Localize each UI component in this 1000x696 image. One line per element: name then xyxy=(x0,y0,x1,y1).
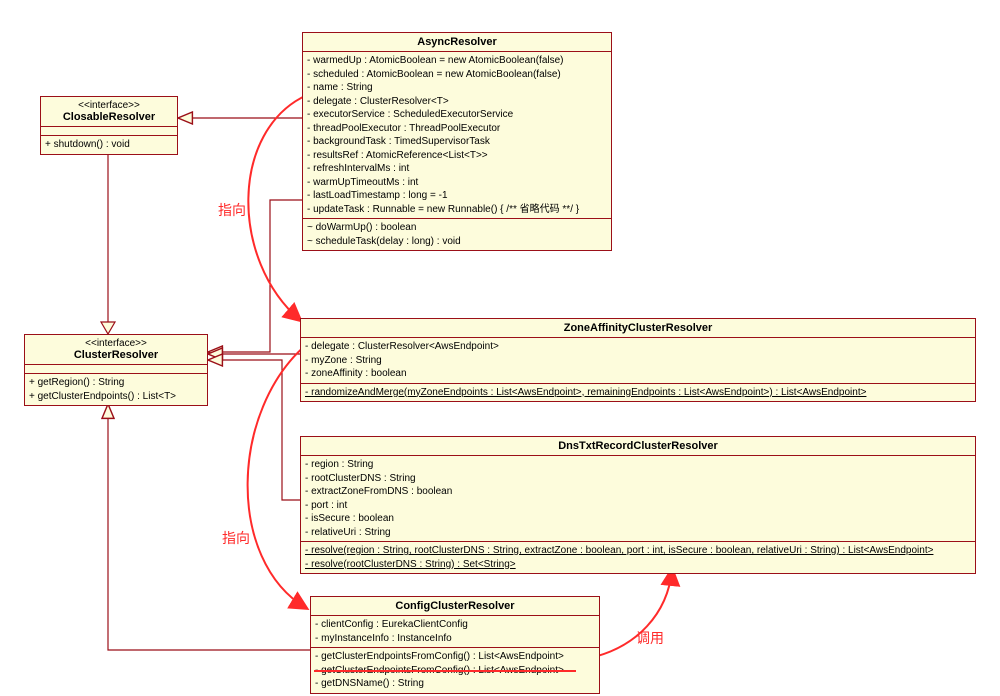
async-attr-9: - warmUpTimeoutMs : int xyxy=(307,176,607,190)
class-dns-resolver: DnsTxtRecordClusterResolver - region : S… xyxy=(300,436,976,574)
annotation-invoke: 调用 xyxy=(636,628,664,648)
config-attr-1: - myInstanceInfo : InstanceInfo xyxy=(315,632,595,646)
dns-attrs: - region : String - rootClusterDNS : Str… xyxy=(301,456,975,542)
async-attr-1: - scheduled : AtomicBoolean = new Atomic… xyxy=(307,68,607,82)
dns-attr-3: - port : int xyxy=(305,499,971,513)
cluster-name: ClusterResolver xyxy=(74,349,158,361)
dns-attr-0: - region : String xyxy=(305,458,971,472)
cluster-method-getendpoints: + getClusterEndpoints() : List<T> xyxy=(29,390,203,404)
dns-attr-1: - rootClusterDNS : String xyxy=(305,472,971,486)
closable-title: <<interface>> ClosableResolver xyxy=(41,97,177,127)
async-attr-0: - warmedUp : AtomicBoolean = new AtomicB… xyxy=(307,54,607,68)
async-method-0: ~ doWarmUp() : boolean xyxy=(307,221,607,235)
dns-attr-2: - extractZoneFromDNS : boolean xyxy=(305,485,971,499)
async-method-1: ~ scheduleTask(delay : long) : void xyxy=(307,235,607,249)
config-underline xyxy=(314,670,576,672)
async-attr-3: - delegate : ClusterResolver<T> xyxy=(307,95,607,109)
dns-methods: - resolve(region : String, rootClusterDN… xyxy=(301,542,975,573)
class-zone-resolver: ZoneAffinityClusterResolver - delegate :… xyxy=(300,318,976,402)
closable-method-shutdown: + shutdown() : void xyxy=(45,138,173,152)
async-attr-11: - updateTask : Runnable = new Runnable()… xyxy=(307,203,607,217)
zone-method-0: - randomizeAndMerge(myZoneEndpoints : Li… xyxy=(305,386,971,400)
config-method-2: - getDNSName() : String xyxy=(315,677,595,691)
closable-attrs xyxy=(41,127,177,136)
zone-attr-0: - delegate : ClusterResolver<AwsEndpoint… xyxy=(305,340,971,354)
config-method-0: - getClusterEndpointsFromConfig() : List… xyxy=(315,650,595,664)
closable-methods: + shutdown() : void xyxy=(41,136,177,154)
dns-attr-4: - isSecure : boolean xyxy=(305,512,971,526)
zone-attr-1: - myZone : String xyxy=(305,354,971,368)
async-title: AsyncResolver xyxy=(303,33,611,52)
cluster-attrs xyxy=(25,365,207,374)
zone-methods: - randomizeAndMerge(myZoneEndpoints : Li… xyxy=(301,384,975,402)
dns-method-1: - resolve(rootClusterDNS : String) : Set… xyxy=(305,558,971,572)
closable-name: ClosableResolver xyxy=(63,111,155,123)
annotation-point-to-1: 指向 xyxy=(218,200,246,220)
dns-title: DnsTxtRecordClusterResolver xyxy=(301,437,975,456)
closable-stereotype: <<interface>> xyxy=(47,100,171,111)
async-attr-7: - resultsRef : AtomicReference<List<T>> xyxy=(307,149,607,163)
cluster-title: <<interface>> ClusterResolver xyxy=(25,335,207,365)
cluster-methods: + getRegion() : String + getClusterEndpo… xyxy=(25,374,207,405)
cluster-stereotype: <<interface>> xyxy=(31,338,201,349)
async-attr-6: - backgroundTask : TimedSupervisorTask xyxy=(307,135,607,149)
class-async-resolver: AsyncResolver - warmedUp : AtomicBoolean… xyxy=(302,32,612,251)
zone-title: ZoneAffinityClusterResolver xyxy=(301,319,975,338)
async-attr-8: - refreshIntervalMs : int xyxy=(307,162,607,176)
dns-method-0: - resolve(region : String, rootClusterDN… xyxy=(305,544,971,558)
config-attr-0: - clientConfig : EurekaClientConfig xyxy=(315,618,595,632)
async-attr-4: - executorService : ScheduledExecutorSer… xyxy=(307,108,607,122)
dns-attr-5: - relativeUri : String xyxy=(305,526,971,540)
zone-attr-2: - zoneAffinity : boolean xyxy=(305,367,971,381)
config-title: ConfigClusterResolver xyxy=(311,597,599,616)
class-config-resolver: ConfigClusterResolver - clientConfig : E… xyxy=(310,596,600,694)
annotation-point-to-2: 指向 xyxy=(222,528,250,548)
async-methods: ~ doWarmUp() : boolean ~ scheduleTask(de… xyxy=(303,219,611,250)
config-attrs: - clientConfig : EurekaClientConfig - my… xyxy=(311,616,599,648)
cluster-method-getregion: + getRegion() : String xyxy=(29,376,203,390)
async-attr-5: - threadPoolExecutor : ThreadPoolExecuto… xyxy=(307,122,607,136)
async-attr-10: - lastLoadTimestamp : long = -1 xyxy=(307,189,607,203)
class-cluster-resolver: <<interface>> ClusterResolver + getRegio… xyxy=(24,334,208,406)
async-attrs: - warmedUp : AtomicBoolean = new AtomicB… xyxy=(303,52,611,219)
zone-attrs: - delegate : ClusterResolver<AwsEndpoint… xyxy=(301,338,975,384)
class-closable-resolver: <<interface>> ClosableResolver + shutdow… xyxy=(40,96,178,155)
async-attr-2: - name : String xyxy=(307,81,607,95)
